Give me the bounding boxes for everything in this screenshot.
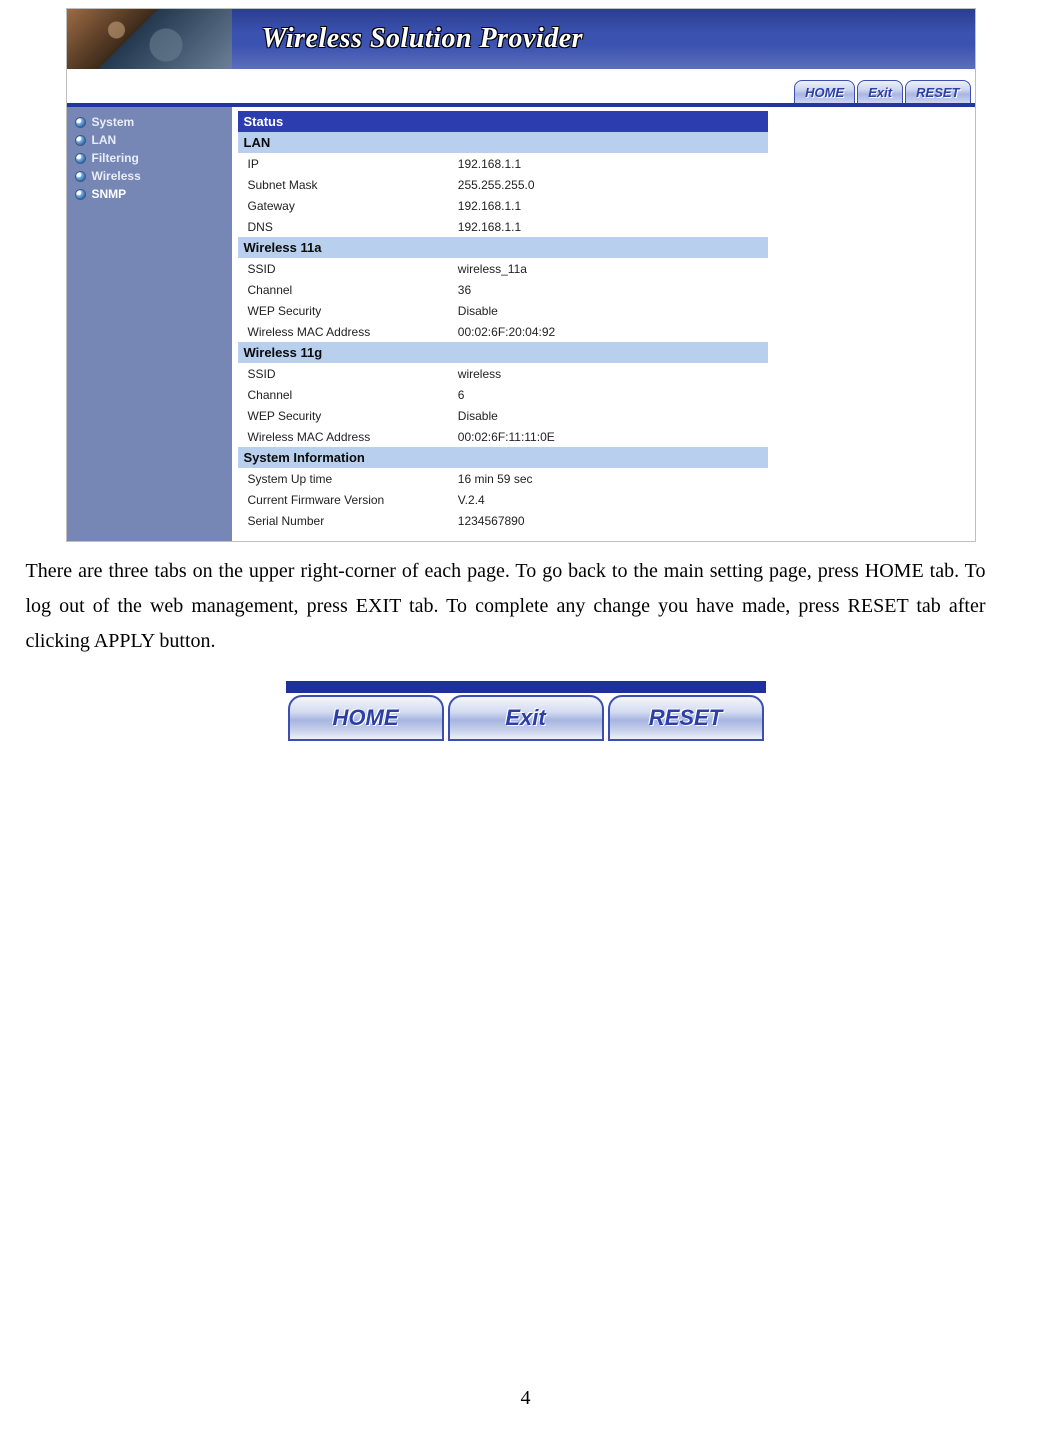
tabs-closeup-bar (286, 681, 766, 693)
row-value: 6 (452, 384, 768, 405)
row-label: Subnet Mask (238, 174, 452, 195)
row-label: Current Firmware Version (238, 489, 452, 510)
banner-photo (67, 9, 232, 69)
row-label: Serial Number (238, 510, 452, 531)
sidebar-item-filtering[interactable]: Filtering (67, 149, 232, 167)
home-tab-big[interactable]: HOME (288, 695, 444, 741)
main-panel: Status LAN IP192.168.1.1 Subnet Mask255.… (232, 107, 975, 541)
banner-title: Wireless Solution Provider (232, 9, 975, 69)
reset-tab[interactable]: RESET (905, 80, 970, 103)
exit-tab-big[interactable]: Exit (448, 695, 604, 741)
section-header: LAN (238, 132, 768, 153)
home-tab[interactable]: HOME (794, 80, 855, 103)
row-value: 255.255.255.0 (452, 174, 768, 195)
bullet-icon (75, 189, 86, 200)
bullet-icon (75, 117, 86, 128)
sidebar-item-label: System (92, 115, 135, 129)
sidebar: System LAN Filtering Wireless SNMP (67, 107, 232, 541)
row-label: IP (238, 153, 452, 174)
section-header: Wireless 11g (238, 342, 768, 363)
exit-tab[interactable]: Exit (857, 80, 903, 103)
row-value: Disable (452, 405, 768, 426)
row-value: 00:02:6F:20:04:92 (452, 321, 768, 342)
sidebar-item-lan[interactable]: LAN (67, 131, 232, 149)
sidebar-item-label: SNMP (92, 187, 127, 201)
row-label: WEP Security (238, 405, 452, 426)
row-label: System Up time (238, 468, 452, 489)
row-value: 36 (452, 279, 768, 300)
row-value: 00:02:6F:11:11:0E (452, 426, 768, 447)
sidebar-item-label: Filtering (92, 151, 139, 165)
router-admin-screenshot: Wireless Solution Provider HOME Exit RES… (66, 8, 976, 542)
bullet-icon (75, 135, 86, 146)
sidebar-item-snmp[interactable]: SNMP (67, 185, 232, 203)
row-label: Wireless MAC Address (238, 426, 452, 447)
section-header: System Information (238, 447, 768, 468)
row-value: Disable (452, 300, 768, 321)
sidebar-item-label: Wireless (92, 169, 141, 183)
row-label: SSID (238, 363, 452, 384)
reset-tab-big[interactable]: RESET (608, 695, 764, 741)
status-table: Status LAN IP192.168.1.1 Subnet Mask255.… (238, 111, 768, 531)
row-value: 192.168.1.1 (452, 216, 768, 237)
content-area: System LAN Filtering Wireless SNMP (67, 107, 975, 541)
row-value: 192.168.1.1 (452, 195, 768, 216)
row-value: V.2.4 (452, 489, 768, 510)
banner: Wireless Solution Provider (67, 9, 975, 69)
row-value: wireless (452, 363, 768, 384)
bullet-icon (75, 153, 86, 164)
row-label: DNS (238, 216, 452, 237)
bullet-icon (75, 171, 86, 182)
row-label: Gateway (238, 195, 452, 216)
banner-title-text: Wireless Solution Provider (262, 23, 584, 55)
status-title: Status (238, 111, 768, 132)
section-header: Wireless 11a (238, 237, 768, 258)
row-label: Channel (238, 384, 452, 405)
sidebar-item-label: LAN (92, 133, 117, 147)
row-label: SSID (238, 258, 452, 279)
row-label: WEP Security (238, 300, 452, 321)
page-number: 4 (26, 1387, 1026, 1440)
sidebar-item-system[interactable]: System (67, 113, 232, 131)
tabs-closeup-screenshot: HOME Exit RESET (286, 681, 766, 747)
row-value: 16 min 59 sec (452, 468, 768, 489)
row-label: Wireless MAC Address (238, 321, 452, 342)
top-tab-row: HOME Exit RESET (67, 69, 975, 107)
tabs-closeup-row: HOME Exit RESET (286, 693, 766, 747)
row-value: 192.168.1.1 (452, 153, 768, 174)
body-paragraph: There are three tabs on the upper right-… (26, 554, 986, 659)
row-value: wireless_11a (452, 258, 768, 279)
row-label: Channel (238, 279, 452, 300)
sidebar-item-wireless[interactable]: Wireless (67, 167, 232, 185)
row-value: 1234567890 (452, 510, 768, 531)
